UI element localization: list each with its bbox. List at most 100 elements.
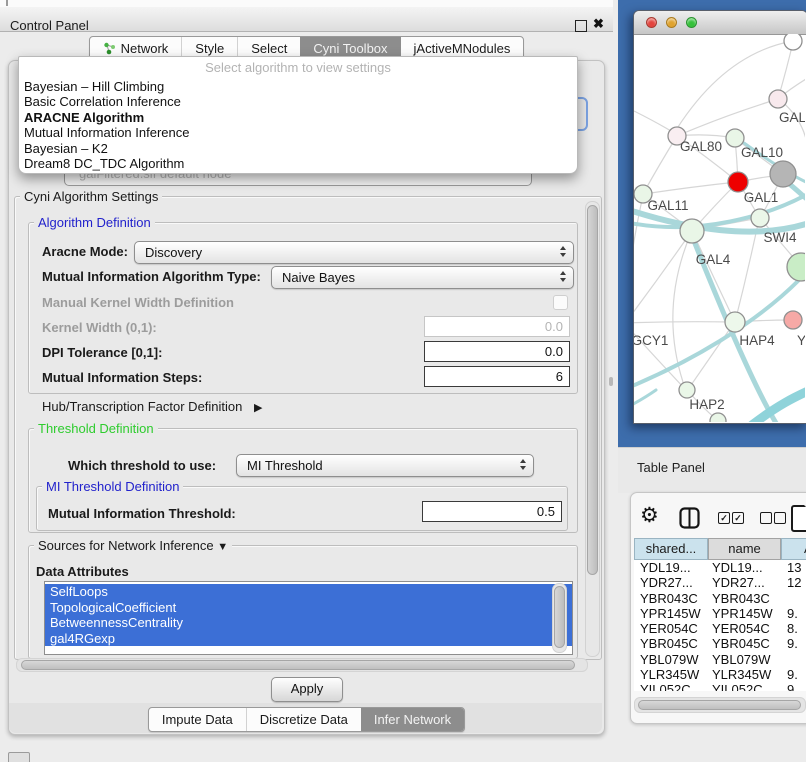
spinner-arrows-icon	[560, 246, 566, 257]
mi-threshold-field[interactable]: 0.5	[422, 501, 562, 522]
mi-threshold-label: Mutual Information Threshold:	[48, 506, 236, 521]
mi-algorithm-value: Naive Bayes	[282, 267, 355, 288]
column-header-partial[interactable]: A	[781, 538, 806, 560]
network-node[interactable]	[710, 413, 726, 422]
algorithm-item[interactable]: Bayesian – K2	[19, 141, 577, 156]
dpi-tolerance-field[interactable]: 0.0	[424, 341, 570, 362]
algorithm-prompt: Select algorithm to view settings	[19, 57, 577, 79]
float-panel-icon[interactable]	[575, 20, 587, 32]
settings-hscrollbar-thumb[interactable]	[21, 660, 575, 670]
minimized-panel-icon[interactable]	[8, 752, 30, 762]
table-row[interactable]: YDR27...YDR27...12	[634, 575, 806, 590]
algorithm-item[interactable]: Dream8 DC_TDC Algorithm	[19, 156, 577, 171]
settings-scrollbar-track[interactable]	[585, 201, 600, 657]
deselect-checkbox-icon[interactable]	[774, 512, 786, 524]
network-canvas[interactable]: GAL GAL80 GAL10 GAL1 GAL11 SWI4 GAL4 GCY…	[634, 34, 805, 422]
column-view-icon[interactable]	[679, 507, 700, 529]
table-row[interactable]: YBL079WYBL079W	[634, 652, 806, 667]
mi-steps-field[interactable]: 6	[424, 366, 570, 387]
algorithm-definition-title: Algorithm Definition	[34, 215, 155, 230]
node-label: GAL	[779, 110, 805, 125]
network-node[interactable]	[784, 34, 802, 50]
table-hscrollbar-track[interactable]	[634, 697, 806, 713]
network-node-gal1[interactable]	[728, 172, 748, 192]
table-row[interactable]: YER054CYER054C8.	[634, 621, 806, 636]
data-attributes-label: Data Attributes	[36, 564, 129, 579]
top-tick	[6, 0, 8, 6]
page-icon[interactable]	[791, 505, 806, 532]
network-node[interactable]	[770, 161, 796, 187]
tab-impute-data[interactable]: Impute Data	[149, 708, 246, 731]
table-row[interactable]: YIL052CYIL052C9.	[634, 682, 806, 691]
table-row[interactable]: YPR145WYPR145W9.	[634, 606, 806, 621]
deselect-checkbox-icon[interactable]	[760, 512, 772, 524]
close-icon[interactable]: ✖	[593, 16, 604, 32]
attribute-item[interactable]: SelfLoops	[45, 584, 572, 600]
kernel-width-field[interactable]: 0.0	[424, 316, 570, 337]
bottom-tabbar: Impute Data Discretize Data Infer Networ…	[0, 707, 613, 732]
settings-group-title: Cyni Algorithm Settings	[20, 189, 162, 204]
node-label: GAL80	[680, 139, 722, 154]
network-node-hap4[interactable]	[725, 312, 745, 332]
panel-title: Control Panel	[10, 18, 89, 33]
tab-infer-network[interactable]: Infer Network	[361, 708, 464, 731]
algorithm-item[interactable]: Mutual Information Inference	[19, 125, 577, 140]
attributes-scrollbar-thumb[interactable]	[554, 586, 565, 648]
algorithm-item[interactable]: Basic Correlation Inference	[19, 94, 577, 109]
top-strip	[0, 0, 613, 7]
node-label: HAP2	[689, 397, 724, 412]
application-root: Control Panel ✖ Network Style Select Cyn…	[0, 0, 806, 762]
attributes-scrollbar-track[interactable]	[552, 583, 567, 653]
select-all-checkbox-icon[interactable]: ✓	[732, 512, 744, 524]
table-row[interactable]: YBR043CYBR043C	[634, 591, 806, 606]
table-row[interactable]: YBR045CYBR045C9.	[634, 636, 806, 651]
node-label: HAP4	[739, 333, 775, 348]
tab-label: Network	[121, 41, 169, 56]
data-attributes-list: SelfLoops TopologicalCoefficient Between…	[44, 581, 573, 655]
network-view-window: GAL GAL80 GAL10 GAL1 GAL11 SWI4 GAL4 GCY…	[633, 10, 806, 424]
which-threshold-label: Which threshold to use:	[68, 458, 216, 473]
control-panel-titlebar: Control Panel ✖	[0, 7, 613, 32]
spinner-arrows-icon	[520, 459, 526, 470]
table-row[interactable]: YDL19...YDL19...13	[634, 560, 806, 575]
apply-button[interactable]: Apply	[271, 677, 343, 702]
network-node-gal4[interactable]	[680, 219, 704, 243]
network-icon	[103, 42, 116, 55]
select-all-checkbox-icon[interactable]: ✓	[718, 512, 730, 524]
minimize-traffic-light[interactable]	[666, 17, 677, 28]
table-row[interactable]: YLR345WYLR345W9.	[634, 667, 806, 682]
zoom-traffic-light[interactable]	[686, 17, 697, 28]
manual-kernel-checkbox[interactable]	[553, 295, 568, 310]
network-window-titlebar[interactable]	[634, 11, 806, 35]
aracne-mode-combo[interactable]: Discovery	[134, 241, 574, 264]
node-label: GAL4	[696, 252, 731, 267]
network-node-swi4[interactable]	[787, 253, 805, 281]
manual-kernel-label: Manual Kernel Width Definition	[42, 295, 234, 310]
splitpane-handle[interactable]	[609, 377, 613, 386]
mi-algorithm-combo[interactable]: Naive Bayes	[271, 266, 574, 289]
network-node[interactable]	[751, 209, 769, 227]
algorithm-item[interactable]: Bayesian – Hill Climbing	[19, 79, 577, 94]
sources-title[interactable]: Sources for Network Inference ▼	[34, 538, 232, 553]
node-label: GAL11	[647, 198, 688, 213]
table-hscrollbar-thumb[interactable]	[638, 700, 801, 710]
attribute-item[interactable]: TopologicalCoefficient	[45, 600, 572, 616]
tab-discretize-data[interactable]: Discretize Data	[246, 708, 361, 731]
network-node[interactable]	[784, 311, 802, 329]
aracne-mode-value: Discovery	[145, 242, 202, 263]
column-header-shared-name[interactable]: shared...	[634, 538, 708, 560]
which-threshold-combo[interactable]: MI Threshold	[236, 454, 534, 477]
settings-scrollbar-thumb[interactable]	[587, 205, 598, 575]
network-node[interactable]	[769, 90, 787, 108]
network-node-hap2[interactable]	[679, 382, 695, 398]
gear-icon[interactable]: ⚙	[640, 503, 659, 528]
hub-definition-expander[interactable]: Hub/Transcription Factor Definition ▶	[42, 399, 262, 414]
attribute-item[interactable]: gal4RGexp	[45, 631, 572, 647]
column-header-name[interactable]: name	[708, 538, 781, 560]
algorithm-item-selected[interactable]: ARACNE Algorithm	[19, 110, 577, 125]
close-traffic-light[interactable]	[646, 17, 657, 28]
node-label: GCY1	[634, 333, 668, 348]
settings-hscrollbar-track[interactable]	[16, 658, 588, 672]
threshold-definition-title: Threshold Definition	[34, 421, 158, 436]
attribute-item[interactable]: BetweennessCentrality	[45, 615, 572, 631]
